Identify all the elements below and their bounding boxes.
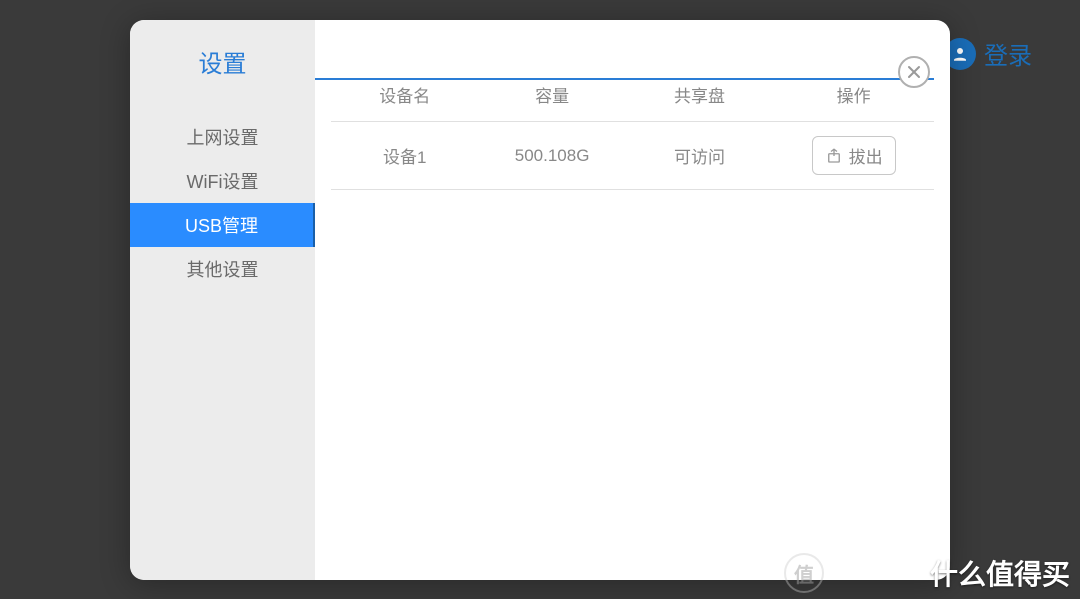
watermark-badge: 值 xyxy=(784,553,824,593)
background-login-link[interactable]: 登录 xyxy=(944,36,1032,71)
table-row: 设备1 500.108G 可访问 拔出 xyxy=(331,122,934,190)
watermark-text: 什么值得买 xyxy=(930,553,1070,593)
usb-devices-table: 设备名 容量 共享盘 操作 设备1 500.108G 可访问 xyxy=(315,36,950,190)
sidebar-item-wifi[interactable]: WiFi设置 xyxy=(130,159,315,203)
cell-share-status: 可访问 xyxy=(626,143,773,168)
sidebar-item-network[interactable]: 上网设置 xyxy=(130,115,315,159)
header-device-name: 设备名 xyxy=(331,82,478,107)
cell-device-name: 设备1 xyxy=(331,143,478,168)
close-button[interactable] xyxy=(898,56,930,88)
settings-dialog: 设置 上网设置 WiFi设置 USB管理 其他设置 设备名 容量 共享盘 操作 xyxy=(130,20,950,580)
login-label: 登录 xyxy=(984,36,1032,71)
eject-button[interactable]: 拔出 xyxy=(812,136,896,175)
settings-main-panel: 设备名 容量 共享盘 操作 设备1 500.108G 可访问 xyxy=(315,20,950,580)
eject-icon xyxy=(825,147,843,165)
header-capacity: 容量 xyxy=(478,82,625,107)
table-header-row: 设备名 容量 共享盘 操作 xyxy=(331,82,934,122)
header-share-disk: 共享盘 xyxy=(626,82,773,107)
dialog-title: 设置 xyxy=(130,20,315,115)
close-icon xyxy=(907,65,921,79)
cell-capacity: 500.108G xyxy=(478,146,625,166)
sidebar-item-usb[interactable]: USB管理 xyxy=(130,203,315,247)
sidebar-item-other[interactable]: 其他设置 xyxy=(130,247,315,291)
panel-top-border xyxy=(315,78,934,80)
eject-label: 拔出 xyxy=(849,143,883,168)
settings-sidebar: 设置 上网设置 WiFi设置 USB管理 其他设置 xyxy=(130,20,315,580)
